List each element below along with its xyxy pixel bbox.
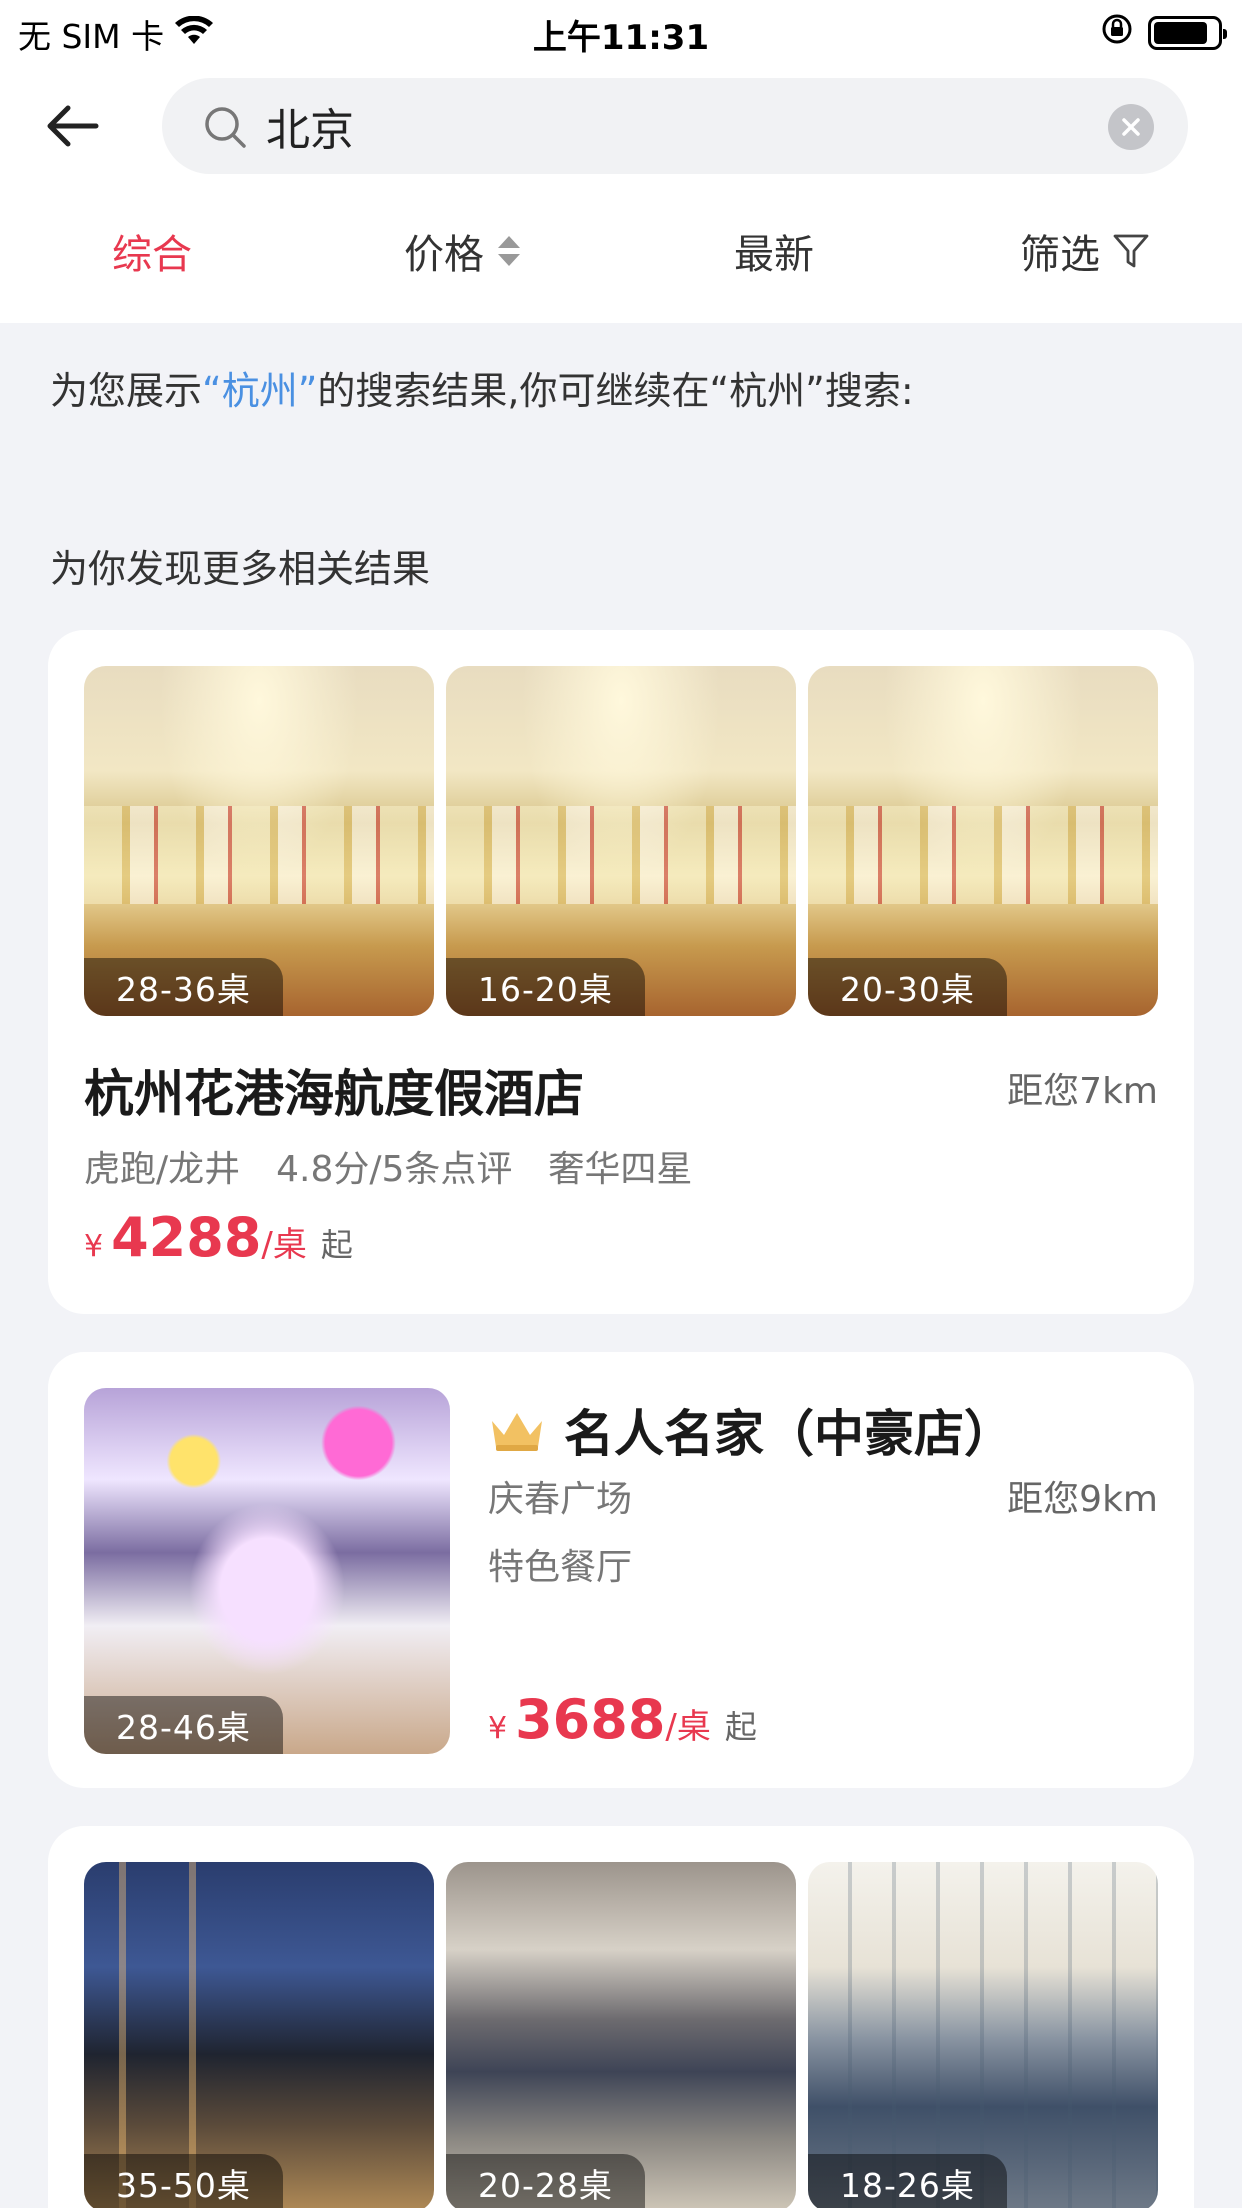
venue-title-row: 名人名家（中豪店）: [488, 1394, 1014, 1466]
close-icon: [1122, 118, 1140, 136]
distance-label: 距您9km: [1007, 1479, 1158, 1520]
price-amount: 4288: [111, 1206, 262, 1269]
search-icon: [205, 107, 246, 148]
orientation-lock-icon: [1100, 12, 1134, 54]
arrow-left-icon: [47, 105, 99, 147]
distance-label: 距您7km: [1007, 1071, 1158, 1112]
sort-arrows-icon: [498, 236, 520, 266]
venue-card[interactable]: 28-46桌 名人名家（中豪店） 庆春广场 距您9km 特色餐厅 ¥ 3688 …: [48, 1352, 1194, 1788]
hint-suffix: 的搜索结果,你可继续在“杭州”搜索:: [317, 369, 914, 413]
venue-card[interactable]: 28-36桌 16-20桌 20-30桌 杭州花港海航度假酒店 距您7km 虎跑…: [48, 630, 1194, 1314]
more-results-heading: 为你发现更多相关结果: [50, 547, 431, 591]
venue-photo[interactable]: 28-36桌: [84, 666, 434, 1016]
venue-category: 特色餐厅: [488, 1547, 633, 1588]
sort-tabs: 综合 价格 最新 筛选: [0, 222, 1242, 292]
hint-city-link[interactable]: “杭州”: [202, 369, 317, 413]
search-input[interactable]: [266, 78, 1066, 174]
price: ¥ 3688 /桌 起: [488, 1688, 757, 1751]
venue-name: 杭州花港海航度假酒店: [84, 1065, 584, 1123]
currency-symbol: ¥: [84, 1229, 104, 1264]
image-row: 28-36桌 16-20桌 20-30桌: [84, 666, 1158, 1016]
back-button[interactable]: [40, 94, 104, 158]
filter-icon: [1113, 234, 1149, 268]
table-capacity-label: 16-20桌: [446, 958, 645, 1016]
tab-price[interactable]: 价格: [404, 222, 522, 280]
price-from-label: 起: [320, 1226, 353, 1264]
tab-latest[interactable]: 最新: [734, 222, 814, 280]
price-amount: 3688: [515, 1688, 666, 1751]
table-capacity-label: 18-26桌: [808, 2154, 1007, 2208]
table-capacity-label: 28-46桌: [84, 1696, 283, 1754]
venue-name: 名人名家（中豪店）: [564, 1405, 1014, 1463]
venue-photo[interactable]: 35-50桌: [84, 1862, 434, 2208]
table-capacity-label: 28-36桌: [84, 958, 283, 1016]
status-bar: 无 SIM 卡 上午11:31: [0, 0, 1242, 62]
price-unit: /桌: [261, 1225, 307, 1265]
status-right: [1100, 12, 1227, 54]
search-bar-row: [0, 76, 1242, 176]
venue-photo[interactable]: 20-30桌: [808, 666, 1158, 1016]
venue-photo[interactable]: 20-28桌: [446, 1862, 796, 2208]
table-capacity-label: 20-30桌: [808, 958, 1007, 1016]
tab-filter[interactable]: 筛选: [1020, 222, 1150, 280]
venue-photo[interactable]: 28-46桌: [84, 1388, 450, 1754]
venue-area: 庆春广场: [488, 1479, 633, 1520]
crown-icon: [492, 1413, 542, 1451]
venue-photo[interactable]: 18-26桌: [808, 1862, 1158, 2208]
table-capacity-label: 35-50桌: [84, 2154, 283, 2208]
price: ¥ 4288 /桌 起: [84, 1206, 353, 1269]
battery-icon: [1148, 16, 1227, 50]
venue-card[interactable]: 35-50桌 20-28桌 18-26桌: [48, 1826, 1194, 2208]
currency-symbol: ¥: [488, 1711, 508, 1746]
clock: 上午11:31: [532, 18, 710, 58]
tab-comprehensive[interactable]: 综合: [112, 222, 192, 280]
search-box[interactable]: [162, 78, 1188, 174]
venue-photo[interactable]: 16-20桌: [446, 666, 796, 1016]
hint-prefix: 为您展示: [50, 369, 203, 413]
table-capacity-label: 20-28桌: [446, 2154, 645, 2208]
tab-label: 筛选: [1020, 232, 1100, 278]
tab-label: 价格: [404, 232, 484, 278]
tab-label: 综合: [112, 232, 192, 278]
clear-search-button[interactable]: [1108, 104, 1154, 150]
price-from-label: 起: [724, 1708, 757, 1746]
tab-label: 最新: [734, 232, 814, 278]
image-row: 35-50桌 20-28桌 18-26桌: [84, 1862, 1158, 2208]
price-unit: /桌: [665, 1707, 711, 1747]
search-hint: 为您展示“杭州”的搜索结果,你可继续在“杭州”搜索:: [50, 360, 914, 415]
venue-meta: 虎跑/龙井 4.8分/5条点评 奢华四星: [84, 1149, 693, 1190]
